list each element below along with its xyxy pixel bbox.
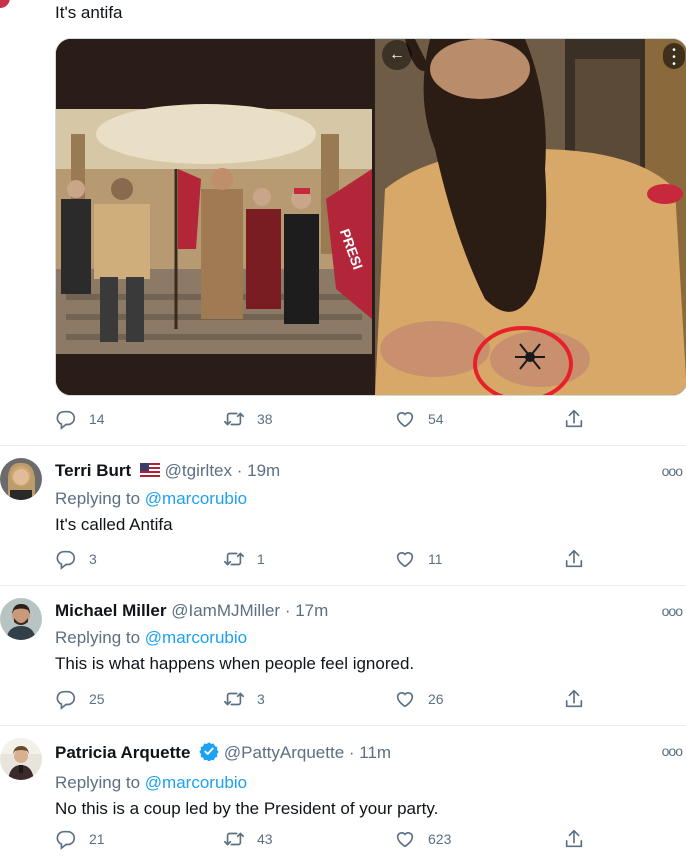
retweet-button[interactable]: 43 — [223, 828, 273, 850]
share-icon — [563, 828, 585, 850]
retweet-icon — [223, 688, 245, 710]
handle[interactable]: @PattyArquette — [224, 743, 344, 762]
like-count: 11 — [428, 551, 443, 567]
share-button[interactable] — [563, 548, 585, 570]
reply-tweet[interactable]: Michael Miller @IamMJMiller · 17m Replyi… — [0, 586, 686, 726]
timestamp[interactable]: 11m — [359, 743, 391, 762]
media-image-hallway[interactable]: PRESI — [56, 39, 372, 395]
mention-link[interactable]: @marcorubio — [145, 628, 247, 647]
share-icon — [563, 408, 585, 430]
reply-header: Michael Miller @IamMJMiller · 17m — [55, 601, 329, 620]
media-image-closeup[interactable]: ← • • • — [375, 39, 686, 395]
reply-icon — [55, 548, 77, 570]
retweet-icon — [223, 408, 245, 430]
tweet-text: It's antifa — [55, 3, 123, 22]
replying-to: Replying to @marcorubio — [55, 773, 248, 792]
reply-icon — [55, 408, 77, 430]
share-button[interactable] — [563, 408, 585, 430]
retweet-icon — [223, 828, 245, 850]
back-arrow-icon[interactable]: ← — [387, 45, 407, 65]
reply-count: 3 — [89, 551, 97, 567]
like-count: 623 — [428, 831, 452, 847]
like-icon — [394, 688, 416, 710]
handle[interactable]: @tgirltex — [165, 461, 232, 480]
reply-button[interactable]: 3 — [55, 548, 97, 570]
reply-count: 14 — [89, 411, 105, 427]
reply-button[interactable]: 25 — [55, 688, 105, 710]
top-tweet[interactable]: It's antifa PRESI ← • • • 14 38 54 — [0, 0, 686, 446]
retweet-button[interactable]: 1 — [223, 548, 265, 570]
media-more-icon[interactable]: • • • — [663, 43, 685, 70]
mention-link[interactable]: @marcorubio — [145, 489, 247, 508]
avatar[interactable] — [0, 598, 42, 640]
share-icon — [563, 688, 585, 710]
timestamp[interactable]: 17m — [295, 601, 328, 620]
like-count: 54 — [428, 411, 444, 427]
retweet-count: 3 — [257, 691, 265, 707]
share-button[interactable] — [563, 828, 585, 850]
tweet-actions: 25 3 26 — [55, 688, 686, 714]
timestamp[interactable]: 19m — [247, 461, 280, 480]
reply-button[interactable]: 21 — [55, 828, 105, 850]
reply-count: 21 — [89, 831, 105, 847]
reply-header: Terri Burt @tgirltex · 19m — [55, 461, 281, 482]
like-icon — [394, 548, 416, 570]
like-icon — [394, 828, 416, 850]
us-flag-icon — [139, 462, 160, 482]
retweet-icon — [223, 548, 245, 570]
handle[interactable]: @IamMJMiller — [171, 601, 280, 620]
retweet-button[interactable]: 38 — [223, 408, 273, 430]
display-name[interactable]: Michael Miller — [55, 601, 166, 620]
more-icon[interactable]: ooo — [662, 743, 683, 759]
like-icon — [394, 408, 416, 430]
like-count: 26 — [428, 691, 444, 707]
tweet-actions: 14 38 54 — [55, 408, 686, 434]
more-icon[interactable]: ooo — [662, 603, 683, 619]
like-button[interactable]: 623 — [394, 828, 451, 850]
reply-tweet[interactable]: Terri Burt @tgirltex · 19m Replying to @… — [0, 446, 686, 586]
share-button[interactable] — [563, 688, 585, 710]
retweet-button[interactable]: 3 — [223, 688, 265, 710]
share-icon — [563, 548, 585, 570]
reply-button[interactable]: 14 — [55, 408, 105, 430]
reply-count: 25 — [89, 691, 105, 707]
reply-icon — [55, 828, 77, 850]
like-button[interactable]: 11 — [394, 548, 443, 570]
avatar[interactable] — [0, 738, 42, 780]
replying-to: Replying to @marcorubio — [55, 489, 248, 508]
replying-to: Replying to @marcorubio — [55, 628, 248, 647]
tweet-actions: 21 43 623 — [55, 828, 686, 854]
display-name[interactable]: Terri Burt — [55, 461, 131, 480]
more-icon[interactable]: ooo — [662, 463, 683, 479]
display-name[interactable]: Patricia Arquette — [55, 743, 190, 762]
tweet-text: It's called Antifa — [55, 515, 173, 534]
reply-icon — [55, 688, 77, 710]
reply-header: Patricia Arquette @PattyArquette · 11m — [55, 741, 686, 766]
retweet-count: 1 — [257, 551, 265, 567]
tweet-actions: 3 1 11 — [55, 548, 686, 574]
tweet-media[interactable]: PRESI ← • • • — [55, 38, 686, 396]
reply-tweet[interactable]: Patricia Arquette @PattyArquette · 11m R… — [0, 726, 686, 860]
like-button[interactable]: 26 — [394, 688, 444, 710]
mention-link[interactable]: @marcorubio — [145, 773, 247, 792]
avatar[interactable] — [0, 458, 42, 500]
retweet-count: 43 — [257, 831, 273, 847]
retweet-count: 38 — [257, 411, 273, 427]
tweet-text: No this is a coup led by the President o… — [55, 799, 439, 818]
avatar[interactable] — [0, 0, 10, 8]
like-button[interactable]: 54 — [394, 408, 444, 430]
tweet-text: This is what happens when people feel ig… — [55, 654, 415, 673]
verified-icon — [199, 741, 219, 766]
